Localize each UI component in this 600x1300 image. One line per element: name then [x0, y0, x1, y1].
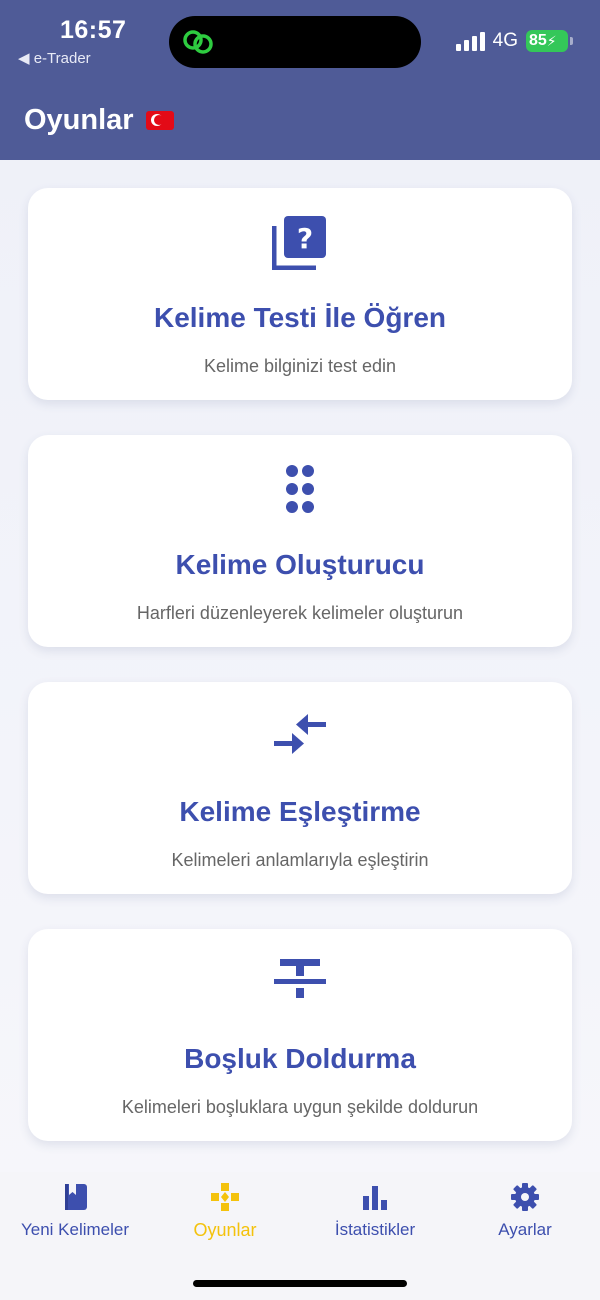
gear-icon	[511, 1183, 539, 1211]
game-title: Kelime Oluşturucu	[175, 549, 425, 580]
game-description: Harfleri düzenleyerek kelimeler oluşturu…	[136, 603, 464, 623]
back-to-app-link[interactable]: ◀ e-Trader	[18, 49, 91, 67]
tab-new-words[interactable]: Yeni Kelimeler	[0, 1182, 150, 1252]
compare-arrows-icon	[274, 714, 326, 754]
game-title: Boşluk Doldurma	[184, 1043, 416, 1074]
svg-text:?: ?	[297, 222, 313, 255]
tab-label: Yeni Kelimeler	[20, 1220, 130, 1239]
tab-label: Oyunlar	[193, 1220, 257, 1240]
status-indicators: 4G 85 ⚡	[455, 28, 573, 54]
page-title-text: Oyunlar	[24, 104, 134, 136]
battery-level: 85	[529, 32, 547, 49]
gamepad-icon	[211, 1183, 239, 1211]
battery-icon: 85 ⚡	[526, 30, 573, 52]
network-type: 4G	[492, 30, 518, 51]
charging-bolt-icon: ⚡	[546, 32, 557, 49]
dynamic-island	[169, 16, 421, 68]
link-rings-icon	[183, 30, 213, 54]
game-description: Kelimeleri boşluklara uygun şekilde dold…	[121, 1097, 479, 1117]
game-description: Kelimeleri anlamlarıyla eşleştirin	[171, 850, 429, 870]
home-indicator[interactable]	[193, 1280, 407, 1287]
quiz-icon: ?	[272, 216, 326, 270]
app-header: 16:57 ◀ e-Trader 4G 85 ⚡ Oyunlar	[0, 0, 600, 160]
tab-statistics[interactable]: İstatistikler	[300, 1182, 450, 1252]
page-title: Oyunlar	[24, 104, 174, 137]
signal-icon	[455, 31, 485, 51]
game-card-fill-blanks[interactable]: Boşluk Doldurma Kelimeleri boşluklara uy…	[28, 929, 572, 1141]
tab-label: Ayarlar	[498, 1220, 552, 1239]
game-title: Kelime Testi İle Öğren	[153, 302, 447, 333]
game-card-word-builder[interactable]: Kelime Oluşturucu Harfleri düzenleyerek …	[28, 435, 572, 647]
tab-label: İstatistikler	[334, 1220, 416, 1239]
game-card-vocab-quiz[interactable]: ? Kelime Testi İle Öğren Kelime bilginiz…	[28, 188, 572, 400]
dots-grid-icon	[286, 465, 314, 513]
turkey-flag-icon	[145, 111, 174, 130]
game-description: Kelime bilginizi test edin	[203, 356, 397, 376]
tab-games[interactable]: Oyunlar	[150, 1182, 300, 1252]
tab-settings[interactable]: Ayarlar	[450, 1182, 600, 1252]
strikethrough-icon	[274, 959, 326, 998]
status-time: 16:57	[60, 16, 127, 44]
game-title: Kelime Eşleştirme	[179, 796, 421, 827]
bar-chart-icon	[363, 1186, 387, 1210]
book-icon	[65, 1184, 87, 1210]
game-card-word-matching[interactable]: Kelime Eşleştirme Kelimeleri anlamlarıyl…	[28, 682, 572, 894]
